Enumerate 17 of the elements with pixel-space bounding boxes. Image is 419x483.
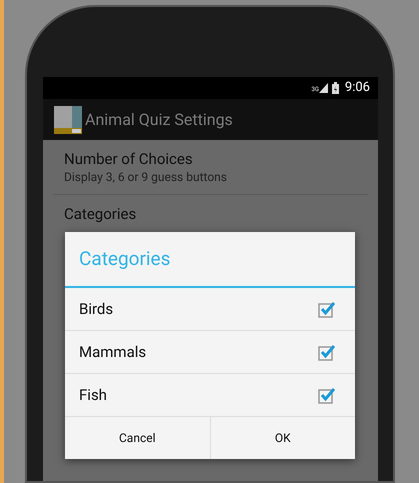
app-icon bbox=[54, 106, 82, 134]
category-label: Fish bbox=[79, 384, 107, 406]
app-title: Animal Quiz Settings bbox=[85, 108, 233, 130]
preference-title: Categories bbox=[64, 204, 138, 224]
preference-title: Number of Choices bbox=[64, 149, 194, 169]
battery-icon bbox=[332, 82, 339, 94]
clock-time: 9:06 bbox=[344, 79, 370, 98]
checkbox[interactable] bbox=[318, 344, 335, 360]
cancel-button[interactable]: Cancel bbox=[65, 417, 210, 459]
category-label: Birds bbox=[79, 298, 114, 320]
checkbox[interactable] bbox=[318, 386, 335, 404]
signal-icon bbox=[318, 83, 328, 93]
category-label: Mammals bbox=[79, 342, 146, 363]
ok-button[interactable]: OK bbox=[210, 417, 355, 459]
checkbox[interactable] bbox=[318, 300, 335, 318]
dialog-title: Categories bbox=[79, 246, 170, 272]
preference-summary: Display 3, 6 or 9 guess buttons bbox=[64, 169, 228, 185]
